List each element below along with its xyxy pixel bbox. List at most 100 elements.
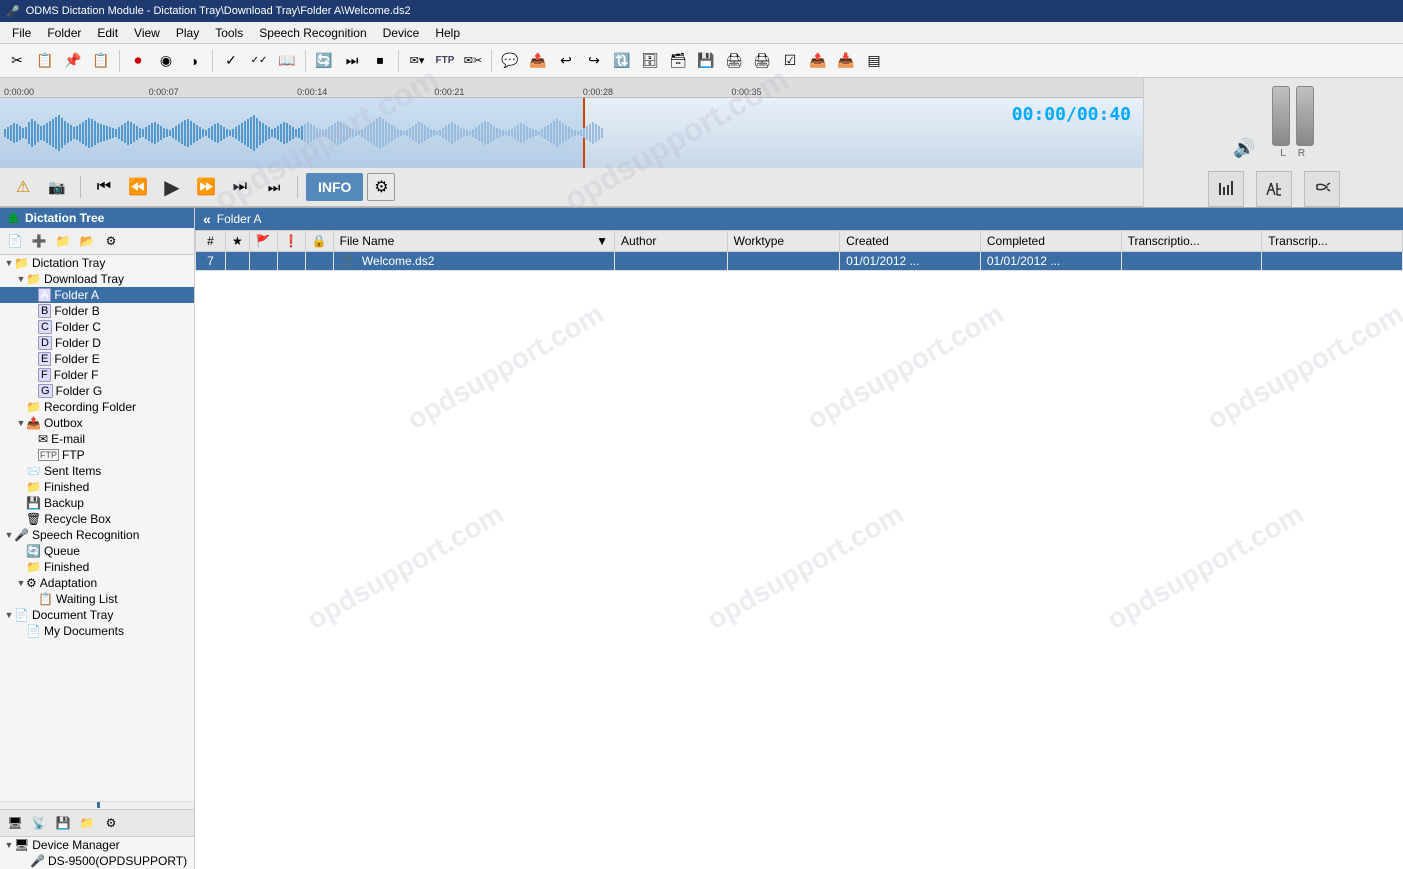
sidebar-item-outbox[interactable]: ▼ 📤 Outbox [0,415,194,431]
sidebar-item-waiting-list[interactable]: 📋 Waiting List [0,591,194,607]
menu-view[interactable]: View [126,24,168,42]
col-lock-header[interactable]: 🔒 [305,231,333,252]
monitor-button[interactable]: ◉ [153,48,179,74]
sidebar-item-device-manager[interactable]: ▼ 🖥 Device Manager [0,837,194,853]
sidebar-folder-button[interactable]: 📁 [52,230,74,252]
sidebar-item-folder-d[interactable]: D Folder D [0,335,194,351]
waveform-body[interactable]: 00:00/00:40 opdsupport.com opdsupport.co… [0,98,1143,168]
col-filename-header[interactable]: File Name ▼ [333,231,614,252]
db2-button[interactable]: 🗃 [665,48,691,74]
sidebar-new-button[interactable]: 📄 [4,230,26,252]
check2-button[interactable]: ☑ [777,48,803,74]
col-transcription-header[interactable]: Transcriptio... [1121,231,1262,252]
copy-button[interactable]: 📋 [32,48,58,74]
col-created-header[interactable]: Created [840,231,981,252]
sidebar-item-speech-recognition[interactable]: ▼ 🎤 Speech Recognition [0,527,194,543]
menu-folder[interactable]: Folder [39,24,89,42]
sidebar-item-folder-g[interactable]: G Folder G [0,383,194,399]
sidebar-item-queue[interactable]: 🔄 Queue [0,543,194,559]
paste-special-button[interactable]: 📋 [88,48,114,74]
settings-button[interactable]: ⚙ [367,173,395,201]
sidebar-item-recycle-box[interactable]: 🗑 Recycle Box [0,511,194,527]
refresh2-button[interactable]: 🔃 [609,48,635,74]
bottom-btn-3[interactable]: 💾 [52,812,74,834]
sidebar-item-finished-sr[interactable]: 📁 Finished [0,559,194,575]
fast-forward-button[interactable]: ⏩ [191,172,221,202]
record-button[interactable]: ⏺ [125,48,151,74]
bottom-btn-4[interactable]: 📁 [76,812,98,834]
play-button[interactable]: ▶ [157,172,187,202]
sidebar-item-finished[interactable]: 📁 Finished [0,479,194,495]
skip-forward-button[interactable]: ⏭ [339,48,365,74]
email2-button[interactable]: ✉✂ [460,48,486,74]
email-button[interactable]: ✉▾ [404,48,430,74]
skip-last-button[interactable]: ⏭ [259,172,289,202]
menu-edit[interactable]: Edit [89,24,126,42]
back-button[interactable]: ↩ [553,48,579,74]
bottom-btn-2[interactable]: 📡 [28,812,50,834]
sidebar-item-dictation-tray[interactable]: ▼ 📁 Dictation Tray [0,255,194,271]
speech-button[interactable]: 💬 [497,48,523,74]
col-num-header[interactable]: # [196,231,226,252]
col-star-header[interactable]: ★ [226,231,250,252]
sidebar-add-button[interactable]: ➕ [28,230,50,252]
menu-play[interactable]: Play [168,24,207,42]
menu-file[interactable]: File [4,24,39,42]
sidebar-settings-button[interactable]: ⚙ [100,230,122,252]
sidebar-item-adaptation[interactable]: ▼ ⚙ Adaptation [0,575,194,591]
forward-button[interactable]: ↪ [581,48,607,74]
sidebar-open-button[interactable]: 📂 [76,230,98,252]
check-button[interactable]: ✓ [218,48,244,74]
sidebar-item-document-tray[interactable]: ▼ 📄 Document Tray [0,607,194,623]
sidebar-scroll-thumb[interactable] [97,802,100,808]
monitor2-button[interactable]: ◑ [181,48,207,74]
left-fader[interactable] [1272,86,1290,146]
refresh-button[interactable]: 🔄 [311,48,337,74]
book-button[interactable]: 📖 [274,48,300,74]
skip-end-button[interactable]: ⏭ [225,172,255,202]
export-button[interactable]: 📤 [805,48,831,74]
print-button[interactable]: 🖨 [721,48,747,74]
rewind-button[interactable]: ⏪ [123,172,153,202]
print2-button[interactable]: 🖨 [749,48,775,74]
table-row[interactable]: 7 🎵 Welcome.ds2 01/01/2012 ... [196,252,1403,271]
sidebar-item-folder-e[interactable]: E Folder E [0,351,194,367]
sidebar-item-folder-c[interactable]: C Folder C [0,319,194,335]
col-transcription2-header[interactable]: Transcrip... [1262,231,1403,252]
skip-back-button[interactable]: ⏮ [89,172,119,202]
sidebar-item-ftp[interactable]: FTP FTP [0,447,194,463]
sidebar-item-ds9500[interactable]: 🎤 DS-9500(OPDSUPPORT) [0,853,194,869]
col-worktype-header[interactable]: Worktype [727,231,840,252]
sidebar-item-email[interactable]: ✉ E-mail [0,431,194,447]
menu-speech-recognition[interactable]: Speech Recognition [251,24,374,42]
camera-button[interactable]: 📷 [42,172,72,202]
bottom-btn-settings[interactable]: ⚙ [100,812,122,834]
vol-pct-button[interactable] [1208,171,1244,207]
off2-button[interactable] [1304,171,1340,207]
sidebar-item-folder-b[interactable]: B Folder B [0,303,194,319]
col-flag-header[interactable]: 🚩 [249,231,277,252]
db-button[interactable]: 🗄 [637,48,663,74]
sidebar-item-folder-a[interactable]: A Folder A [0,287,194,303]
sidebar-item-my-documents[interactable]: 📄 My Documents [0,623,194,639]
sidebar-item-download-tray[interactable]: ▼ 📁 Download Tray [0,271,194,287]
col-completed-header[interactable]: Completed [980,231,1121,252]
col-author-header[interactable]: Author [615,231,728,252]
layout-button[interactable]: ▤ [861,48,887,74]
collapse-panel-button[interactable]: « [203,211,211,227]
stop-button[interactable]: ⏹ [367,48,393,74]
sidebar-item-recording-folder[interactable]: 📁 Recording Folder [0,399,194,415]
checkall-button[interactable]: ✓✓ [246,48,272,74]
right-fader[interactable] [1296,86,1314,146]
menu-tools[interactable]: Tools [207,24,251,42]
col-priority-header[interactable]: ❗ [277,231,305,252]
menu-help[interactable]: Help [427,24,468,42]
sidebar-item-folder-f[interactable]: F Folder F [0,367,194,383]
menu-device[interactable]: Device [375,24,428,42]
info-button[interactable]: INFO [306,173,363,201]
sidebar-item-sent-items[interactable]: 📨 Sent Items [0,463,194,479]
paste-button[interactable]: 📌 [60,48,86,74]
alert-button[interactable]: ⚠ [8,172,38,202]
cut-button[interactable]: ✂ [4,48,30,74]
send-button[interactable]: 📤 [525,48,551,74]
